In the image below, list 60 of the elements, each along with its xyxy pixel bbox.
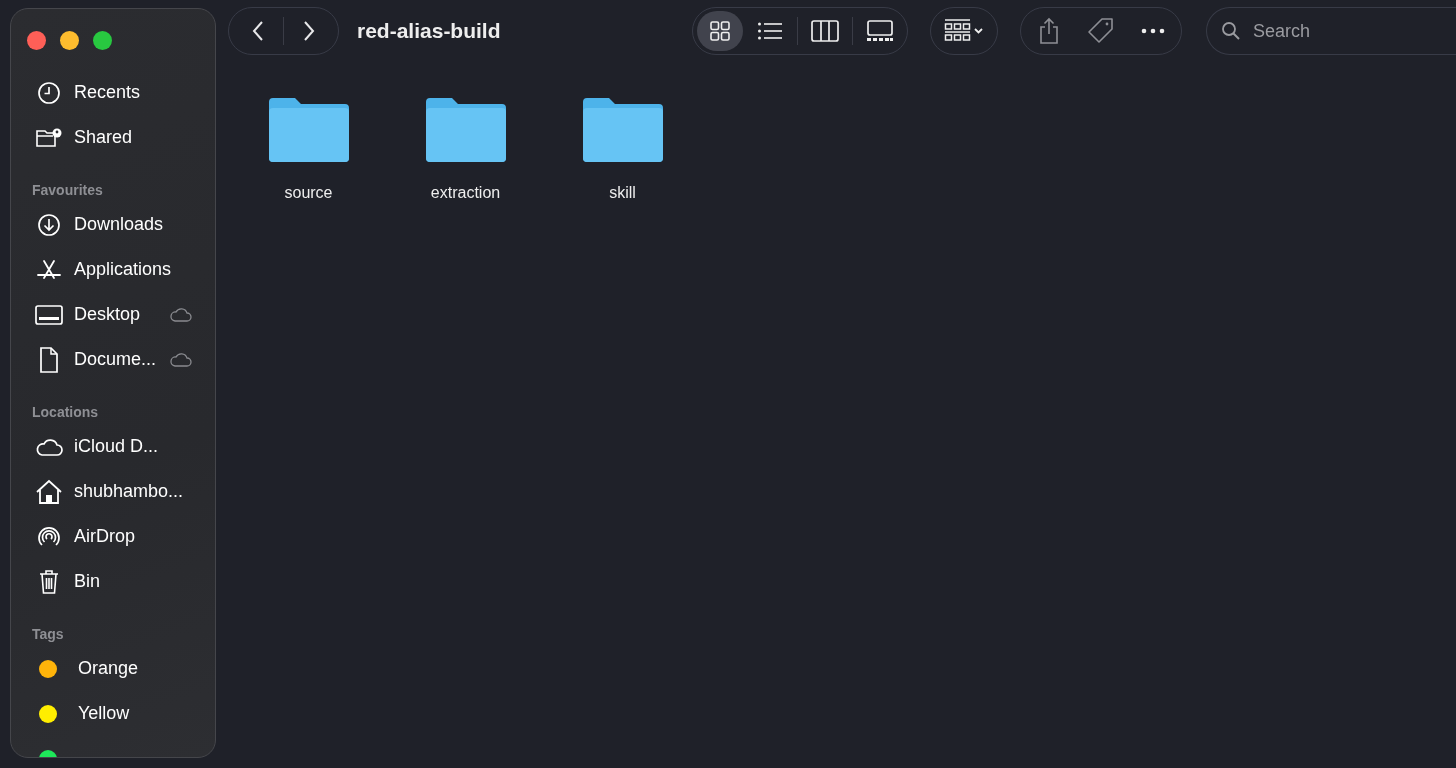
section-header: Tags	[32, 626, 65, 642]
folder-item[interactable]: source	[240, 96, 377, 202]
house-icon	[34, 478, 64, 505]
grid-icon	[709, 20, 731, 42]
minimize-button[interactable]	[60, 31, 79, 50]
sidebar-item-label: Applications	[74, 259, 172, 280]
list-icon	[757, 21, 783, 41]
sidebar-item-label: Shared	[74, 127, 133, 148]
cloud-icon	[34, 436, 64, 457]
tag-label: Yellow	[78, 703, 130, 724]
sidebar-item[interactable]: AirDrop	[25, 514, 215, 559]
cloud-icon	[169, 306, 193, 323]
columns-icon	[811, 20, 839, 42]
sidebar-item-label: AirDrop	[74, 526, 135, 547]
sidebar-item[interactable]: Recents	[25, 70, 215, 115]
sidebar-item[interactable]: Bin	[25, 559, 215, 604]
sidebar-item[interactable]: Docume...	[25, 337, 215, 382]
section-header: Favourites	[32, 182, 104, 198]
folder-icon	[580, 96, 665, 164]
search-field[interactable]: Search	[1206, 7, 1456, 55]
ellipsis-icon	[1141, 28, 1165, 34]
sidebar-item[interactable]: Shared	[25, 115, 215, 160]
folder-icon	[423, 96, 508, 164]
desktop-icon	[34, 303, 64, 326]
tag-label: Orange	[78, 658, 139, 679]
cloud-icon	[169, 351, 193, 368]
group-by-icon	[944, 19, 984, 43]
view-mode-button[interactable]	[697, 11, 743, 51]
search-icon	[1221, 21, 1241, 41]
folder-name: extraction	[430, 184, 501, 202]
window-title: red-alias-build	[357, 19, 501, 43]
zoom-button[interactable]	[93, 31, 112, 50]
sidebar-item-label: Desktop	[74, 304, 141, 325]
chevron-right-icon	[302, 20, 316, 42]
folder-icon	[266, 96, 351, 164]
folder-name: source	[284, 184, 333, 202]
tag-icon	[1087, 17, 1115, 45]
sidebar-item-label: shubhambo...	[74, 481, 184, 502]
sidebar-item[interactable]: Downloads	[25, 202, 215, 247]
search-input[interactable]: Search	[1251, 19, 1435, 43]
sidebar-item[interactable]: Applications	[25, 247, 215, 292]
section-header: Locations	[32, 404, 100, 420]
sidebar-item[interactable]: shubhambo...	[25, 469, 215, 514]
sidebar-item[interactable]: iCloud D...	[25, 424, 215, 469]
chevron-left-icon	[251, 20, 265, 42]
sidebar-item-label: Docume...	[74, 349, 157, 370]
sidebar-item-label: Recents	[74, 82, 141, 103]
sidebar-item[interactable]: Desktop	[25, 292, 215, 337]
folder-name: skill	[609, 184, 636, 202]
folder-item[interactable]: skill	[554, 96, 691, 202]
share-icon	[1038, 17, 1060, 45]
close-button[interactable]	[27, 31, 46, 50]
applications-icon	[34, 257, 64, 282]
tag-item[interactable]: Orange	[25, 646, 215, 691]
sidebar-item-label: Bin	[74, 571, 100, 592]
sidebar-item-label: Downloads	[74, 214, 164, 235]
sidebar-item-label: iCloud D...	[74, 436, 159, 457]
folder-item[interactable]: extraction	[397, 96, 534, 202]
tag-item[interactable]: Yellow	[25, 691, 215, 736]
gallery-icon	[866, 20, 894, 42]
